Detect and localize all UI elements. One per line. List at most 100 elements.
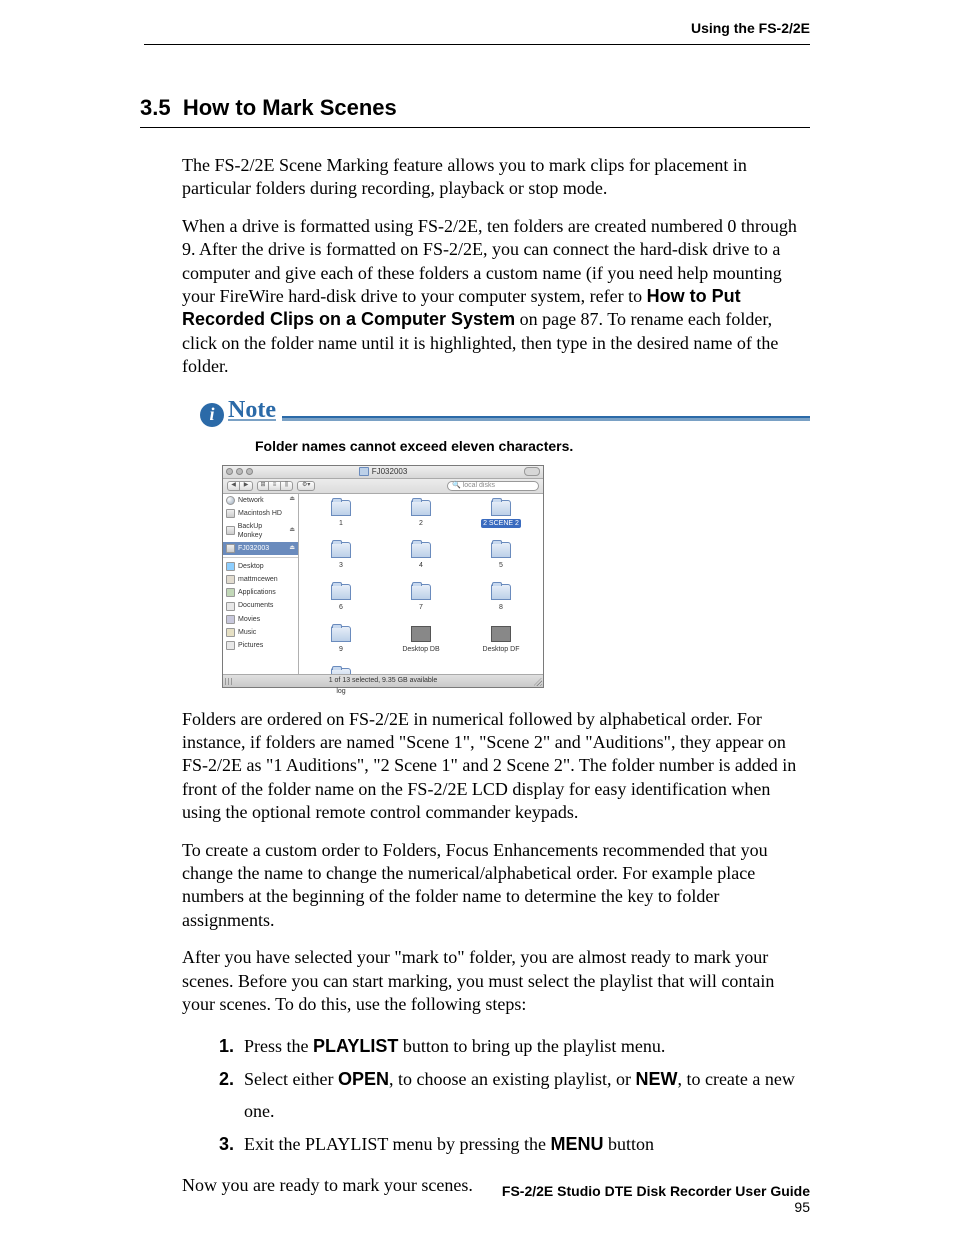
step-list: 1. Press the PLAYLIST button to bring up…	[214, 1030, 810, 1160]
file-icon	[411, 626, 431, 642]
folder-item[interactable]: 6	[303, 584, 379, 624]
paragraph: To create a custom order to Folders, Foc…	[182, 839, 810, 933]
window-title-text: FJ032003	[372, 467, 408, 477]
step-item: 1. Press the PLAYLIST button to bring up…	[214, 1030, 810, 1062]
folder-item[interactable]: 1	[303, 500, 379, 540]
text-run: Select either	[244, 1069, 338, 1089]
column-view-button[interactable]: ⫼	[281, 481, 293, 491]
home-icon	[226, 575, 235, 584]
folder-item[interactable]: 4	[383, 542, 459, 582]
hard-disk-icon	[226, 544, 235, 553]
hard-disk-icon	[226, 526, 235, 535]
sidebar-label: Movies	[238, 615, 260, 624]
item-label: 5	[499, 561, 503, 570]
icon-view-button[interactable]: ⊞	[257, 481, 269, 491]
eject-icon[interactable]: ⏏	[289, 545, 295, 553]
globe-icon	[226, 496, 235, 505]
top-rule	[144, 44, 810, 45]
folder-item[interactable]: 8	[463, 584, 539, 624]
paragraph: The FS-2/2E Scene Marking feature allows…	[182, 154, 810, 201]
folder-item[interactable]: 2	[383, 500, 459, 540]
status-handle-icon	[225, 678, 234, 685]
file-icon	[491, 626, 511, 642]
folder-item[interactable]: 2 SCENE 2	[463, 500, 539, 540]
folder-item[interactable]: 9	[303, 626, 379, 666]
sidebar-item-volume[interactable]: FJ032003 ⏏	[223, 542, 298, 555]
finder-sidebar: Network ⏏ Macintosh HD BackUp Monkey⏏ FJ0…	[223, 494, 299, 674]
text-run: Press the	[244, 1036, 313, 1056]
text-run: , to choose an existing playlist, or	[389, 1069, 635, 1089]
sidebar-item-applications[interactable]: Applications	[223, 586, 298, 599]
finder-statusbar: 1 of 13 selected, 9.35 GB available	[223, 674, 543, 687]
sidebar-label: Pictures	[238, 641, 263, 650]
sidebar-item-home[interactable]: mattmcewen	[223, 573, 298, 586]
back-button[interactable]: ◀	[227, 481, 240, 491]
page-footer: FS-2/2E Studio DTE Disk Recorder User Gu…	[502, 1183, 810, 1215]
file-pane[interactable]: 1 2 2 SCENE 2 3 4 5 6 7 8 9 Desktop DB D…	[299, 494, 543, 658]
paragraph: After you have selected your "mark to" f…	[182, 946, 810, 1016]
file-item[interactable]: Desktop DF	[463, 626, 539, 666]
sidebar-item-desktop[interactable]: Desktop	[223, 560, 298, 573]
eject-icon[interactable]: ⏏	[289, 527, 295, 535]
step-number: 3.	[214, 1128, 234, 1160]
sidebar-label: FJ032003	[238, 544, 269, 553]
step-number: 2.	[214, 1063, 234, 1128]
step-text: Exit the PLAYLIST menu by pressing the M…	[244, 1128, 654, 1160]
note-rule	[282, 416, 810, 421]
sidebar-item-network[interactable]: Network ⏏	[223, 494, 298, 507]
note-label: Note	[228, 395, 282, 426]
folder-icon	[359, 467, 369, 476]
sidebar-label: Music	[238, 628, 256, 637]
folder-icon	[491, 584, 511, 600]
forward-button[interactable]: ▶	[240, 481, 253, 491]
sidebar-item-documents[interactable]: Documents	[223, 599, 298, 612]
ui-label: NEW	[635, 1069, 677, 1089]
resize-grip-icon[interactable]	[534, 678, 542, 686]
page-number: 95	[502, 1199, 810, 1215]
sidebar-item-pictures[interactable]: Pictures	[223, 639, 298, 652]
folder-icon	[411, 500, 431, 516]
sidebar-label: Network	[238, 496, 264, 505]
view-buttons: ⊞ ≡ ⫼	[257, 481, 293, 491]
folder-icon	[411, 584, 431, 600]
footer-title: FS-2/2E Studio DTE Disk Recorder User Gu…	[502, 1183, 810, 1199]
sidebar-item-backup[interactable]: BackUp Monkey⏏	[223, 520, 298, 542]
text-run: button to bring up the playlist menu.	[398, 1036, 665, 1056]
ui-label: PLAYLIST	[313, 1036, 398, 1056]
finder-window: FJ032003 ◀ ▶ ⊞ ≡ ⫼	[222, 465, 544, 688]
search-field[interactable]: 🔍 local disks	[447, 481, 539, 491]
status-text: 1 of 13 selected, 9.35 GB available	[329, 676, 438, 685]
text-run: button	[603, 1134, 654, 1154]
folder-icon	[411, 542, 431, 558]
folder-icon	[491, 542, 511, 558]
step-item: 3. Exit the PLAYLIST menu by pressing th…	[214, 1128, 810, 1160]
finder-titlebar: FJ032003	[223, 466, 543, 479]
paragraph: Folders are ordered on FS-2/2E in numeri…	[182, 708, 810, 825]
item-label: 3	[339, 561, 343, 570]
documents-icon	[226, 602, 235, 611]
eject-icon[interactable]: ⏏	[289, 496, 295, 504]
action-menu-button[interactable]: ⚙▾	[297, 481, 315, 491]
movies-icon	[226, 615, 235, 624]
sidebar-label: Applications	[238, 588, 276, 597]
sidebar-item-music[interactable]: Music	[223, 626, 298, 639]
window-title: FJ032003	[223, 467, 543, 477]
ui-label: MENU	[550, 1134, 603, 1154]
search-icon: 🔍	[452, 481, 461, 490]
folder-item[interactable]: 3	[303, 542, 379, 582]
section-number: 3.5	[140, 95, 171, 120]
ui-label: OPEN	[338, 1069, 389, 1089]
folder-item[interactable]: 7	[383, 584, 459, 624]
sidebar-item-machd[interactable]: Macintosh HD	[223, 507, 298, 520]
folder-item[interactable]: 5	[463, 542, 539, 582]
desktop-icon	[226, 562, 235, 571]
search-placeholder: local disks	[463, 481, 495, 490]
file-item[interactable]: Desktop DB	[383, 626, 459, 666]
item-label: 2	[419, 519, 423, 528]
section-rule	[140, 127, 810, 128]
item-label: 8	[499, 603, 503, 612]
list-view-button[interactable]: ≡	[269, 481, 281, 491]
content-area: 3.5 How to Mark Scenes The FS-2/2E Scene…	[140, 95, 810, 1197]
sidebar-item-movies[interactable]: Movies	[223, 613, 298, 626]
item-label[interactable]: 2 SCENE 2	[481, 519, 521, 528]
